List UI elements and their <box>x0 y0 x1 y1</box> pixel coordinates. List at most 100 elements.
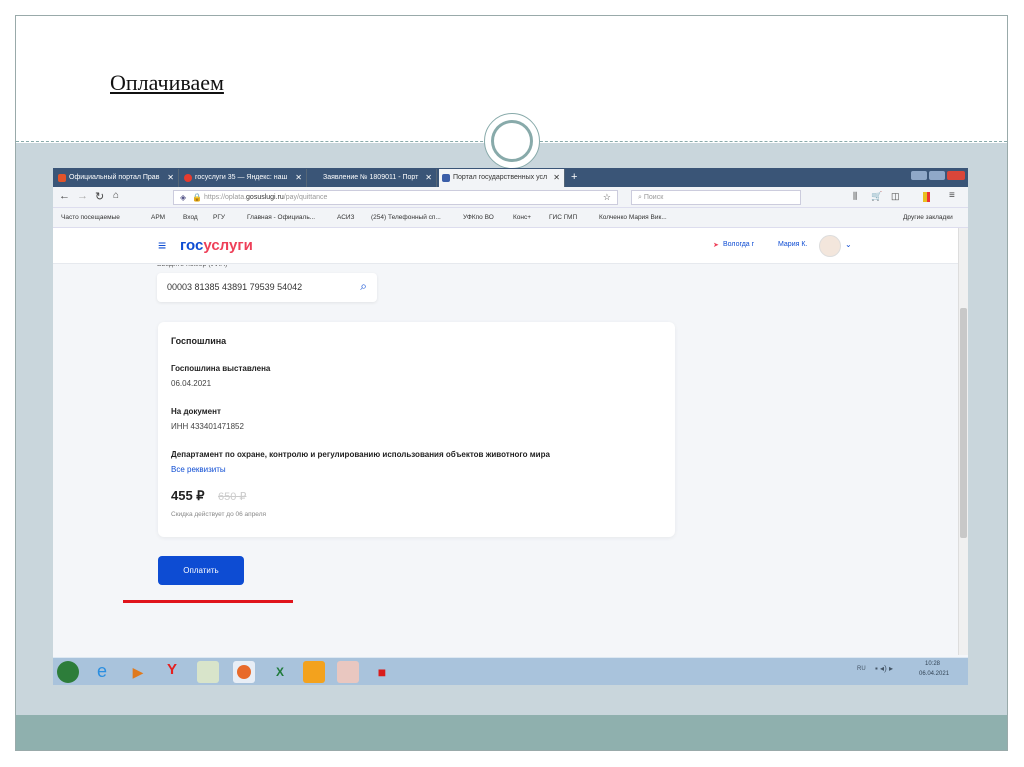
gosuslugi-logo[interactable]: госуслуги <box>180 237 253 254</box>
location-icon: ➤ <box>713 242 719 249</box>
url-domain: gosuslugi.ru <box>246 194 284 201</box>
tab[interactable]: госуслуги 35 — Яндекс: наш ✕ <box>181 169 307 187</box>
search-input[interactable]: ⌕ Поиск <box>631 190 801 205</box>
clock-time[interactable]: 10:28 <box>925 661 940 667</box>
doc-value: ИНН 433401471852 <box>171 422 244 431</box>
forward-icon[interactable]: → <box>77 190 88 202</box>
discount-note: Скидка действует до 06 апреля <box>171 511 267 518</box>
fee-card: Госпошлина Госпошлина выставлена 06.04.2… <box>158 322 675 537</box>
scrollbar-thumb[interactable] <box>960 308 967 538</box>
minimize-button[interactable] <box>911 171 927 180</box>
ie-icon[interactable]: e <box>91 661 113 683</box>
user-name[interactable]: Мария К. <box>778 241 807 248</box>
media-player-icon[interactable]: ▶ <box>127 661 149 683</box>
bookmark[interactable]: Часто посещаемые <box>61 214 120 221</box>
new-tab-button[interactable]: + <box>567 169 581 187</box>
site-header: ≡ госуслуги ➤ Вологда г Мария К. ⌄ <box>53 228 958 264</box>
circle-ornament <box>484 113 540 169</box>
uin-input[interactable]: 00003 81385 43891 79539 54042 ⌕ <box>157 273 377 302</box>
hamburger-icon[interactable]: ≡ <box>158 237 166 253</box>
address-bar[interactable]: ◈ 🔒 https://oplata.gosuslugi.ru/pay/quit… <box>173 190 618 205</box>
other-bookmarks[interactable]: Другие закладки <box>903 214 953 221</box>
bookmark[interactable]: Вход <box>183 214 198 221</box>
slide-title: Оплачиваем <box>110 70 224 95</box>
doc-label: На документ <box>171 407 221 416</box>
maximize-button[interactable] <box>929 171 945 180</box>
back-icon[interactable]: ← <box>59 190 70 202</box>
bookmark[interactable]: ГИС ГМП <box>549 214 577 221</box>
old-price: 650 ₽ <box>218 491 247 503</box>
scrollbar[interactable] <box>958 228 968 655</box>
avatar[interactable] <box>819 235 841 257</box>
issued-label: Госпошлина выставлена <box>171 364 271 373</box>
explorer-icon[interactable] <box>197 661 219 683</box>
search-placeholder: Поиск <box>643 194 664 201</box>
bookmarks-bar: Часто посещаемые АРМ Вход РГУ Главная - … <box>53 208 968 228</box>
bookmark[interactable]: УФКпо ВО <box>463 214 494 221</box>
excel-icon[interactable]: X <box>269 661 291 683</box>
close-window-button[interactable] <box>947 171 965 180</box>
tab-label: Портал государственных усл <box>453 174 548 181</box>
search-icon[interactable]: ⌕ <box>360 279 367 294</box>
red-underline-annotation <box>123 600 293 603</box>
cart-icon[interactable]: 🛒 <box>871 191 882 202</box>
tab-label: Официальный портал Прав <box>69 174 160 181</box>
pdf-icon[interactable]: ■ <box>371 661 393 683</box>
browser-screenshot: Официальный портал Прав ✕ госуслуги 35 — … <box>53 168 968 685</box>
pay-button[interactable]: Оплатить <box>158 556 244 585</box>
home-icon[interactable]: ⌂ <box>113 190 119 201</box>
tray-icons[interactable]: ▪ ◂) ▸ <box>875 664 893 673</box>
card-title: Госпошлина <box>171 336 227 346</box>
menu-icon[interactable]: ≡ <box>949 190 955 201</box>
bookmark[interactable]: Колченко Мария Вик... <box>599 214 667 221</box>
reload-icon[interactable]: ↻ <box>95 190 104 203</box>
bookmark[interactable]: АСИЗ <box>337 214 355 221</box>
bookmark[interactable]: Главная - Официаль... <box>247 214 315 221</box>
extension-icon[interactable] <box>923 192 930 202</box>
tab-label: Заявление № 1809011 - Порт <box>323 174 419 181</box>
logo-part: гос <box>180 237 204 254</box>
language-indicator[interactable]: RU <box>857 666 866 672</box>
department: Департамент по охране, контролю и регули… <box>171 450 550 459</box>
issued-date: 06.04.2021 <box>171 379 212 388</box>
app-icon[interactable] <box>303 661 325 683</box>
url-prefix: https://oplata. <box>204 194 247 201</box>
start-button[interactable] <box>57 661 79 683</box>
tab[interactable]: Заявление № 1809011 - Порт ✕ <box>309 169 437 187</box>
page-content: ≡ госуслуги ➤ Вологда г Мария К. ⌄ Введи… <box>53 228 958 655</box>
slide-footer-band <box>16 715 1007 750</box>
url-path: /pay/quittance <box>283 194 328 201</box>
lock-icon: 🔒 <box>192 193 202 202</box>
tab-bar: Официальный портал Прав ✕ госуслуги 35 — … <box>53 168 968 187</box>
price: 455 ₽ <box>171 488 205 503</box>
tab[interactable]: Официальный портал Прав ✕ <box>55 169 179 187</box>
nav-bar: ← → ↻ ⌂ ◈ 🔒 https://oplata.gosuslugi.ru/… <box>53 187 968 208</box>
bookmark[interactable]: АРМ <box>151 214 165 221</box>
close-icon[interactable]: ✕ <box>167 173 174 182</box>
details-link[interactable]: Все реквизиты <box>171 465 226 474</box>
powerpoint-icon[interactable] <box>337 661 359 683</box>
yandex-icon[interactable]: Y <box>161 661 183 683</box>
sidebar-icon[interactable]: ◫ <box>891 191 900 202</box>
clock-date[interactable]: 06.04.2021 <box>919 671 949 677</box>
location-link[interactable]: Вологда г <box>723 241 754 248</box>
shield-icon: ◈ <box>180 193 187 202</box>
close-icon[interactable]: ✕ <box>553 173 560 182</box>
firefox-icon[interactable] <box>233 661 255 683</box>
tab-active[interactable]: Портал государственных усл ✕ <box>439 169 565 187</box>
tab-label: госуслуги 35 — Яндекс: наш <box>195 174 288 181</box>
star-icon[interactable]: ☆ <box>603 192 611 203</box>
close-icon[interactable]: ✕ <box>425 173 432 182</box>
flag-icon <box>442 174 450 182</box>
favicon-icon <box>184 174 192 182</box>
bookmark[interactable]: (254) Телефонный сп... <box>371 214 441 221</box>
bookmark[interactable]: РГУ <box>213 214 225 221</box>
close-icon[interactable]: ✕ <box>295 173 302 182</box>
bookmark[interactable]: Конс+ <box>513 214 531 221</box>
chevron-down-icon[interactable]: ⌄ <box>845 240 852 249</box>
taskbar: e ▶ Y X ■ RU ▪ ◂) ▸ 10:28 06.04.2021 <box>53 657 968 685</box>
library-icon[interactable]: ⫼ <box>853 191 857 202</box>
logo-part: услуги <box>203 237 253 254</box>
uin-value: 00003 81385 43891 79539 54042 <box>167 282 303 292</box>
favicon-icon <box>58 174 66 182</box>
